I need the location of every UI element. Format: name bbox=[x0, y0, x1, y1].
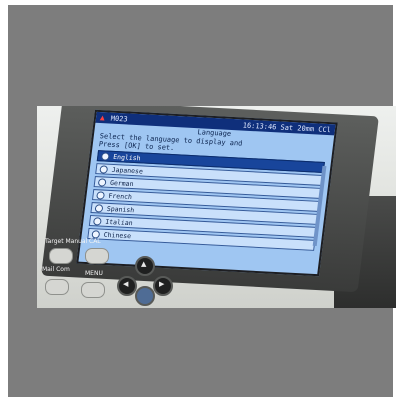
control-panel: Target Manual CAL Mail Com MENU ▲ ◀ ▶ bbox=[37, 236, 217, 308]
radio-icon bbox=[97, 177, 107, 187]
menu-label: MENU bbox=[85, 270, 103, 277]
language-label: Italian bbox=[104, 217, 134, 227]
up-arrow-icon: ▲ bbox=[141, 260, 147, 268]
outer-frame: ▲ M023 16:13:46 Sat 20mm CCl Language Se… bbox=[8, 5, 396, 397]
language-label: English bbox=[112, 152, 142, 162]
left-arrow-icon: ◀ bbox=[123, 280, 129, 288]
language-label: Spanish bbox=[106, 204, 135, 214]
language-label: French bbox=[108, 191, 133, 201]
mail-com-label: Mail Com bbox=[42, 266, 70, 273]
radio-icon bbox=[100, 151, 110, 161]
ok-button[interactable] bbox=[135, 286, 155, 306]
menu-button[interactable] bbox=[81, 282, 105, 298]
mail-com-button[interactable] bbox=[45, 279, 69, 295]
radio-icon bbox=[92, 216, 102, 226]
language-label: Japanese bbox=[111, 165, 144, 176]
right-arrow-icon: ▶ bbox=[159, 280, 165, 288]
cal-button[interactable] bbox=[85, 248, 109, 264]
radio-icon bbox=[94, 203, 104, 213]
cal-label: CAL bbox=[89, 238, 101, 245]
radio-icon bbox=[96, 190, 106, 200]
status-left: M023 bbox=[110, 114, 129, 123]
radio-icon bbox=[99, 164, 109, 174]
target-manual-label: Target Manual bbox=[45, 238, 88, 245]
device-photo: ▲ M023 16:13:46 Sat 20mm CCl Language Se… bbox=[37, 106, 396, 308]
language-label: German bbox=[109, 178, 135, 188]
alert-icon: ▲ bbox=[99, 113, 106, 123]
target-manual-button[interactable] bbox=[49, 248, 73, 264]
